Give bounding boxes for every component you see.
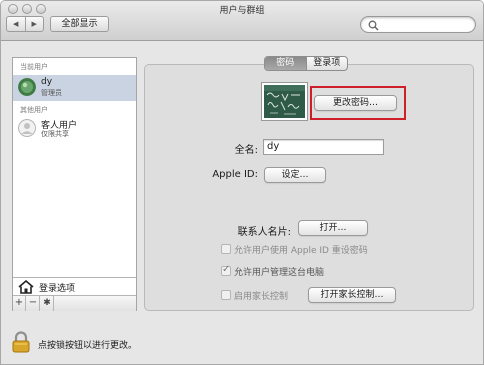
- search-icon: [368, 20, 379, 31]
- login-options-label: 登录选项: [39, 284, 76, 294]
- guest-avatar-icon: [18, 119, 36, 137]
- users-sidebar: 当前用户 dy 管理员 其他用户 客人用户 仅限共享 登录选项 + − ✱: [12, 57, 137, 311]
- user-row-guest[interactable]: 客人用户 仅限共享: [13, 116, 136, 142]
- tab-password[interactable]: 密码: [265, 57, 306, 70]
- current-users-label: 当前用户: [20, 63, 48, 71]
- forward-button[interactable]: ▶: [24, 17, 44, 31]
- chevron-right-icon: ▶: [31, 20, 37, 28]
- title-bar: 用户与群组 ◀ ▶ 全部显示: [1, 1, 483, 41]
- full-name-label: 全名:: [234, 145, 258, 156]
- login-options-item[interactable]: 登录选项: [13, 277, 136, 294]
- apple-id-label: Apple ID:: [212, 169, 258, 180]
- user-picture[interactable]: [261, 82, 308, 121]
- add-user-button[interactable]: +: [13, 296, 26, 311]
- search-field[interactable]: [360, 16, 476, 33]
- show-all-button[interactable]: 全部显示: [50, 16, 109, 32]
- other-users-label: 其他用户: [20, 106, 48, 114]
- parental-controls-checkbox[interactable]: [221, 290, 231, 300]
- user-role: 管理员: [41, 89, 62, 97]
- highlight-box: [310, 86, 406, 120]
- back-button[interactable]: ◀: [7, 17, 25, 31]
- user-row-dy[interactable]: dy 管理员: [13, 75, 136, 101]
- full-name-field[interactable]: dy: [263, 139, 384, 155]
- user-avatar: [18, 78, 36, 96]
- preferences-window: 用户与群组 ◀ ▶ 全部显示 当前用户 dy 管理员 其他用户 客人用户 仅限共…: [0, 0, 484, 365]
- nav-buttons: ◀ ▶: [6, 16, 44, 32]
- allow-admin-label: 允许用户管理这台电脑: [234, 268, 325, 278]
- guest-role: 仅限共享: [41, 130, 69, 138]
- tab-control: 密码 登录项: [264, 56, 348, 71]
- lock-icon[interactable]: [11, 331, 31, 353]
- contact-card-open-button[interactable]: 打开…: [298, 220, 368, 236]
- house-icon: [18, 280, 34, 294]
- parental-controls-label: 启用家长控制: [234, 292, 289, 302]
- tab-login-items[interactable]: 登录项: [305, 57, 348, 70]
- open-parental-controls-button[interactable]: 打开家长控制…: [308, 287, 396, 303]
- allow-reset-checkbox[interactable]: [221, 244, 231, 254]
- gear-icon[interactable]: ✱: [41, 296, 54, 311]
- allow-admin-checkbox[interactable]: [221, 264, 231, 276]
- allow-reset-label: 允许用户使用 Apple ID 重设密码: [234, 246, 368, 256]
- user-name: dy: [41, 77, 53, 87]
- chevron-left-icon: ◀: [13, 20, 19, 28]
- window-title: 用户与群组: [219, 6, 265, 16]
- apple-id-set-button[interactable]: 设定…: [264, 167, 326, 183]
- remove-user-button[interactable]: −: [27, 296, 40, 311]
- sidebar-toolbar: + − ✱: [13, 295, 136, 311]
- contact-card-label: 联系人名片:: [237, 227, 291, 238]
- lock-hint-text: 点按锁按钮以进行更改。: [38, 341, 138, 351]
